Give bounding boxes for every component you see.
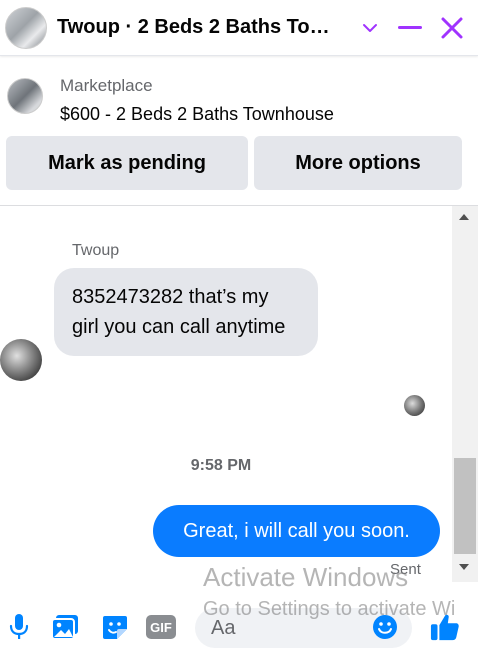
mark-as-pending-button[interactable]: Mark as pending — [6, 136, 248, 190]
contact-avatar[interactable] — [5, 6, 47, 49]
incoming-message[interactable]: 8352473282 that’s my girl you can call a… — [54, 268, 318, 356]
listing-thumbnail — [7, 78, 43, 114]
sender-avatar[interactable] — [0, 339, 42, 381]
scroll-thumb[interactable] — [454, 458, 476, 554]
photo-icon[interactable] — [50, 612, 80, 642]
scroll-down-icon[interactable] — [459, 564, 469, 570]
marketplace-label: Marketplace — [60, 76, 153, 95]
minimize-icon[interactable] — [394, 12, 426, 44]
outgoing-message[interactable]: Great, i will call you soon. — [153, 505, 440, 557]
more-options-button[interactable]: More options — [254, 136, 462, 190]
microphone-icon[interactable] — [4, 612, 34, 642]
sender-name: Twoup — [72, 242, 120, 259]
thread-scrollbar[interactable] — [452, 206, 478, 582]
message-timestamp: 9:58 PM — [190, 457, 252, 474]
svg-text:GIF: GIF — [150, 620, 172, 635]
marketplace-info[interactable]: Marketplace $600 - 2 Beds 2 Baths Townho… — [0, 62, 478, 134]
message-thread: Twoup 8352473282 that’s my girl you can … — [0, 206, 478, 582]
activation-watermark-title: Activate Windows — [203, 562, 409, 592]
chat-title[interactable]: Twoup · 2 Beds 2 Baths To… — [57, 16, 347, 39]
listing-actions: Mark as pending More options — [0, 136, 478, 190]
seen-indicator-avatar — [404, 395, 425, 416]
sticker-icon[interactable] — [100, 612, 130, 642]
chevron-down-icon[interactable] — [354, 12, 386, 44]
gif-icon[interactable]: GIF — [146, 612, 176, 642]
scroll-up-icon[interactable] — [459, 214, 469, 220]
close-icon[interactable] — [436, 12, 468, 44]
activation-watermark-subtitle: Go to Settings to activate Wi — [203, 598, 456, 620]
chat-header: Twoup · 2 Beds 2 Baths To… — [0, 0, 478, 56]
listing-title: $600 - 2 Beds 2 Baths Townhouse — [60, 104, 334, 124]
